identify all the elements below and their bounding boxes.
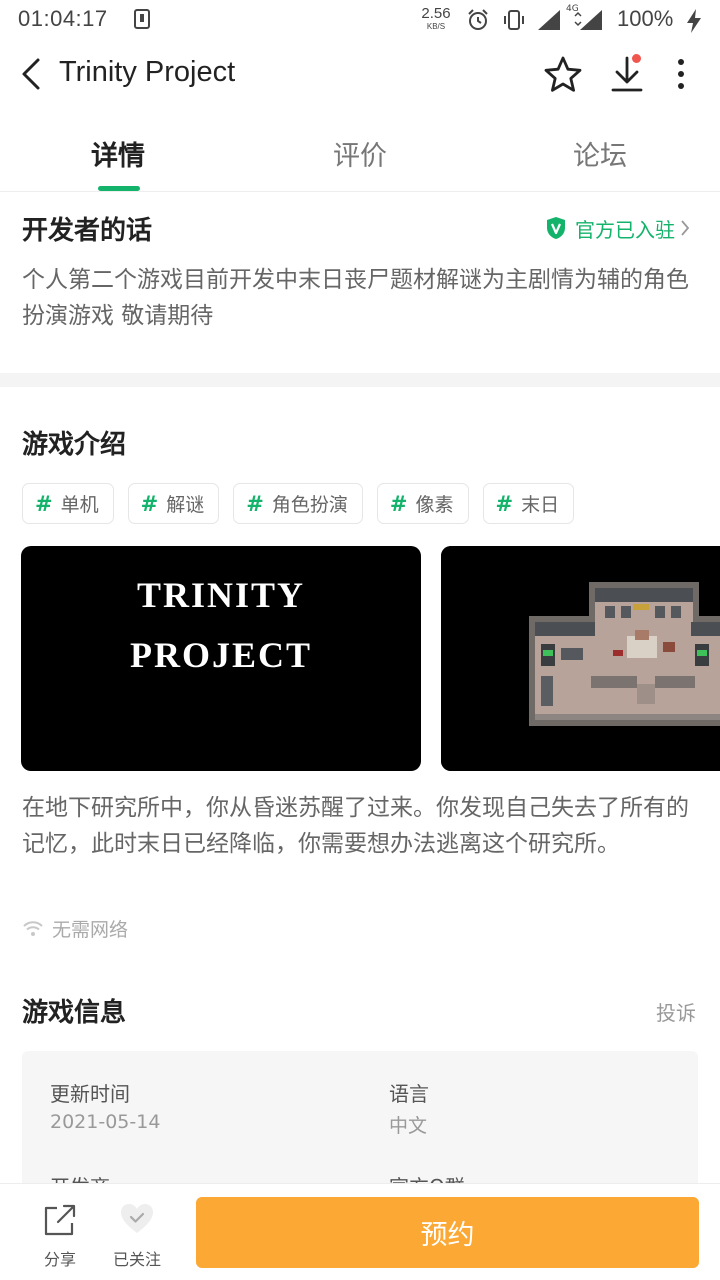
alarm-icon <box>468 9 488 30</box>
heart-check-icon <box>121 1204 153 1233</box>
intro-section-title: 游戏介绍 <box>22 430 127 460</box>
follow-button[interactable]: 已关注 <box>104 1200 170 1270</box>
network-speed-unit: KB/S <box>426 22 446 31</box>
info-value-language: 中文 <box>389 1115 428 1137</box>
page-title: Trinity Project <box>59 56 236 88</box>
hash-icon: # <box>495 491 514 516</box>
status-time: 01:04:17 <box>18 6 108 31</box>
tag-label: 单机 <box>60 494 99 516</box>
tag-label: 角色扮演 <box>271 494 348 516</box>
network-requirement-label: 无需网络 <box>52 918 129 941</box>
info-section-title: 游戏信息 <box>22 998 127 1028</box>
official-joined-label: 官方已入驻 <box>575 217 675 242</box>
network-speed: 2.56 KB/S <box>418 6 454 32</box>
charging-icon <box>687 9 701 33</box>
chevron-right-icon <box>681 220 690 236</box>
star-icon[interactable] <box>542 54 584 96</box>
hash-icon: # <box>35 491 53 516</box>
tag-label: 解谜 <box>166 494 205 516</box>
tab-indicator <box>98 186 140 191</box>
download-notification-icon <box>134 9 150 29</box>
bottom-action-bar: 分享 已关注 预约 <box>0 1183 720 1280</box>
tab-bar: 详情 评价 论坛 <box>0 112 720 192</box>
status-bar: 01:04:17 2.56 KB/S 4G 100% <box>0 0 720 40</box>
complaint-link[interactable]: 投诉 <box>656 997 696 1026</box>
tab-details[interactable]: 详情 <box>58 134 178 173</box>
notification-dot <box>632 54 641 63</box>
hash-icon: # <box>140 491 159 516</box>
tag-list: # 单机 # 解谜 # 角色扮演 # 像素 # 末日 <box>22 483 588 525</box>
pixel-map-image <box>441 546 720 771</box>
app-header: Trinity Project <box>0 40 720 110</box>
info-label-update-time: 更新时间 <box>50 1082 130 1106</box>
screenshot-title-line: PROJECT <box>129 635 312 675</box>
info-label-language: 语言 <box>389 1082 429 1106</box>
screenshot-title-line: TRINITY <box>136 575 306 615</box>
screenshot-gameplay[interactable] <box>441 546 720 771</box>
network-requirement: 无需网络 <box>22 914 128 942</box>
tag-chip[interactable]: # 解谜 <box>127 483 220 524</box>
battery-level: 100% <box>617 6 674 31</box>
signal-4g-icon <box>574 10 602 30</box>
screenshot-title-card[interactable]: TRINITY PROJECT <box>21 546 421 771</box>
network-speed-value: 2.56 <box>421 5 451 22</box>
follow-label: 已关注 <box>112 1250 161 1269</box>
info-value-update-time: 2021-05-14 <box>50 1111 161 1133</box>
vibrate-icon <box>504 10 524 30</box>
official-joined-link[interactable]: 官方已入驻 <box>545 213 691 243</box>
hash-icon: # <box>246 491 264 516</box>
reserve-button[interactable]: 预约 <box>196 1197 699 1268</box>
tag-chip[interactable]: # 角色扮演 <box>233 483 363 524</box>
game-description: 在地下研究所中，你从昏迷苏醒了过来。你发现自己失去了所有的记忆，此时末日已经降临… <box>22 795 689 857</box>
tag-label: 像素 <box>415 494 454 516</box>
back-arrow-icon[interactable] <box>14 54 50 94</box>
download-button[interactable] <box>608 54 648 96</box>
tag-chip[interactable]: # 单机 <box>22 483 114 524</box>
tab-reviews[interactable]: 评价 <box>300 134 420 173</box>
developer-section-title: 开发者的话 <box>22 216 153 246</box>
developer-message: 个人第二个游戏目前开发中末日丧尸题材解谜为主剧情为辅的角色扮演游戏 敬请期待 <box>22 267 689 329</box>
share-button[interactable]: 分享 <box>30 1200 90 1270</box>
share-label: 分享 <box>43 1250 76 1269</box>
signal-icon <box>538 10 560 30</box>
verified-shield-icon <box>547 217 565 239</box>
section-divider <box>0 373 720 387</box>
tag-chip[interactable]: # 末日 <box>482 483 575 524</box>
more-vertical-icon[interactable] <box>666 54 696 94</box>
hash-icon: # <box>389 491 408 516</box>
wifi-icon <box>23 921 43 936</box>
tag-label: 末日 <box>521 494 560 516</box>
tag-chip[interactable]: # 像素 <box>376 483 469 524</box>
share-icon <box>44 1204 76 1236</box>
tab-forum[interactable]: 论坛 <box>540 134 660 173</box>
download-icon <box>611 56 643 92</box>
